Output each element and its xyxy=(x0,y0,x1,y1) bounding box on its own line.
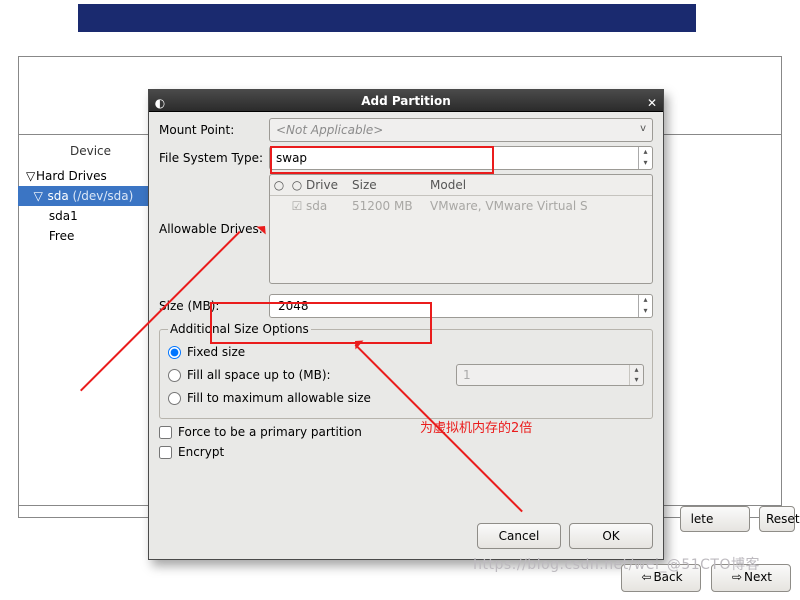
fs-type-combo[interactable]: swap ▴▾ xyxy=(269,146,653,170)
tree-root[interactable]: ▽Hard Drives xyxy=(18,166,163,186)
primary-checkbox[interactable] xyxy=(159,426,172,439)
tree-item-label: sda xyxy=(47,189,68,203)
radio-fill-max[interactable] xyxy=(168,392,181,405)
annotation-text: 为虚拟机内存的2倍 xyxy=(420,417,532,436)
dialog-titlebar: ◐ Add Partition ✕ xyxy=(149,90,663,112)
drive-row-sda[interactable]: ☑ sda 51200 MB VMware, VMware Virtual S xyxy=(270,196,652,216)
additional-size-options: Additional Size Options Fixed size Fill … xyxy=(159,322,653,419)
tree-item-meta: (/dev/sda) xyxy=(73,189,134,203)
radio-header-icon: ○ xyxy=(270,175,288,195)
spinner-arrows-icon: ▴▾ xyxy=(638,295,652,317)
allowable-drives-list[interactable]: ○ ○ Drive Size Model ☑ sda 51200 MB VMwa… xyxy=(269,174,653,284)
close-icon[interactable]: ✕ xyxy=(644,92,660,108)
mount-point-combo[interactable]: <Not Applicable> v xyxy=(269,118,653,142)
device-column: Device ▽Hard Drives ▽ sda (/dev/sda) sda… xyxy=(18,134,163,246)
delete-button[interactable]: lete xyxy=(680,506,750,532)
fill-upto-spinner: 1 ▴▾ xyxy=(456,364,644,386)
opt-fill-upto[interactable]: Fill all space up to (MB): 1 ▴▾ xyxy=(168,364,644,386)
chk-primary[interactable]: Force to be a primary partition xyxy=(159,425,653,439)
drives-header: ○ ○ Drive Size Model xyxy=(270,175,652,196)
aso-legend: Additional Size Options xyxy=(168,322,311,336)
cancel-button[interactable]: Cancel xyxy=(477,523,561,549)
size-label: Size (MB): xyxy=(159,299,269,313)
mount-point-label: Mount Point: xyxy=(159,123,269,137)
size-input[interactable] xyxy=(276,298,646,314)
ok-button[interactable]: OK xyxy=(569,523,653,549)
allowable-drives-label: Allowable Drives: xyxy=(159,174,269,236)
chevron-down-icon: ▽ xyxy=(26,169,36,183)
radio-fill-upto[interactable] xyxy=(168,369,181,382)
chevron-down-icon: ▽ xyxy=(34,189,44,203)
dropdown-arrows-icon: ▴▾ xyxy=(638,147,652,169)
watermark: https://blog.csdn.net/wei_@51CTO博客 xyxy=(473,554,760,574)
window-menu-icon[interactable]: ◐ xyxy=(152,92,168,108)
top-banner xyxy=(78,4,696,32)
tree-free[interactable]: Free xyxy=(18,226,163,246)
dialog-body: Mount Point: <Not Applicable> v File Sys… xyxy=(149,112,663,559)
device-header: Device xyxy=(18,134,163,166)
radio-fixed[interactable] xyxy=(168,346,181,359)
encrypt-checkbox[interactable] xyxy=(159,446,172,459)
chk-encrypt[interactable]: Encrypt xyxy=(159,445,653,459)
tree-sda1[interactable]: sda1 xyxy=(18,206,163,226)
tree-drive-sda[interactable]: ▽ sda (/dev/sda) xyxy=(18,186,163,206)
fs-type-label: File System Type: xyxy=(159,151,269,165)
dialog-title: Add Partition xyxy=(361,94,451,108)
spinner-arrows-icon: ▴▾ xyxy=(629,365,643,385)
chevron-down-icon: v xyxy=(640,123,646,134)
reset-button[interactable]: Reset xyxy=(759,506,795,532)
checked-icon: ☑ xyxy=(288,199,306,213)
mount-point-value: <Not Applicable> xyxy=(276,123,383,137)
opt-fixed-size[interactable]: Fixed size xyxy=(168,345,644,359)
fs-type-value: swap xyxy=(276,151,307,165)
add-partition-dialog: ◐ Add Partition ✕ Mount Point: <Not Appl… xyxy=(148,89,664,560)
size-spinner[interactable]: ▴▾ xyxy=(269,294,653,318)
